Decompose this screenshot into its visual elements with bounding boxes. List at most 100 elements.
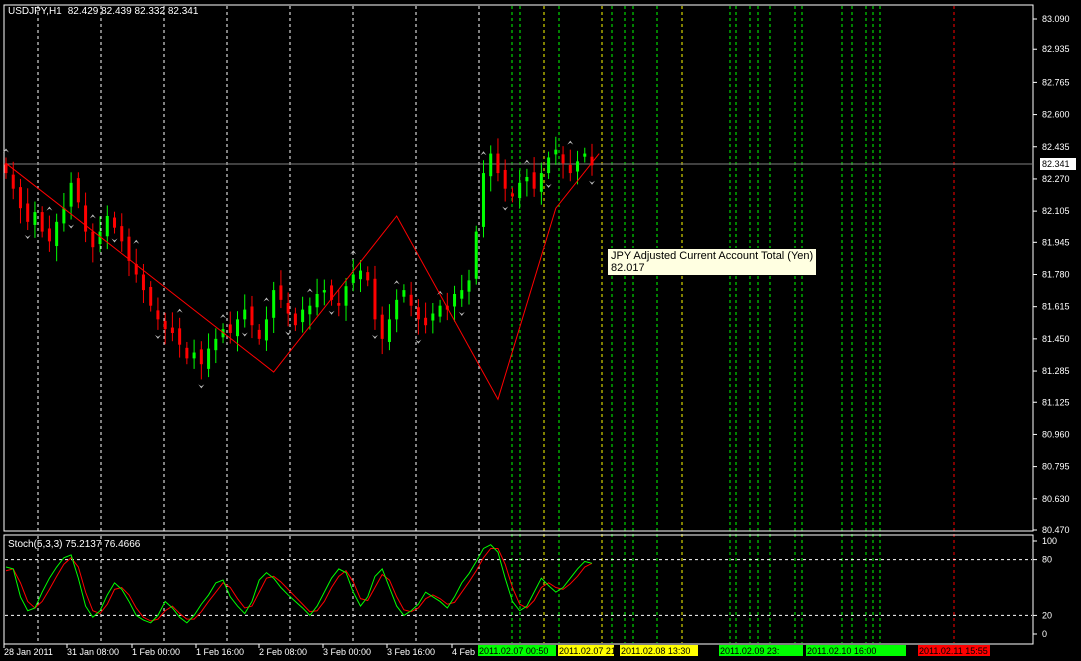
- stoch-label: 0: [1042, 629, 1047, 639]
- candle-body: [373, 278, 377, 320]
- time-label: 2 Feb 08:00: [259, 647, 307, 657]
- candle-body: [344, 286, 348, 306]
- candle-body: [149, 286, 153, 306]
- candle-body: [178, 328, 182, 345]
- candle-body: [76, 178, 80, 203]
- candle-body: [453, 294, 457, 307]
- candle-body: [489, 153, 493, 177]
- candle-body: [33, 212, 37, 225]
- time-label: 1 Feb 16:00: [196, 647, 244, 657]
- candle-body: [583, 153, 587, 157]
- event-label-text: 2011.02.07 00:50: [479, 646, 548, 656]
- price-label: 83.090: [1042, 14, 1070, 24]
- candle-body: [47, 228, 51, 242]
- price-label: 80.960: [1042, 429, 1070, 439]
- candle-body: [105, 215, 109, 237]
- candle-body: [525, 176, 529, 182]
- candle-body: [4, 163, 8, 174]
- candle-body: [510, 193, 514, 197]
- event-label-text: 2011.02.08 13:30: [621, 646, 690, 656]
- time-label: 31 Jan 08:00: [67, 647, 119, 657]
- candle-body: [554, 149, 558, 155]
- tooltip-value: 82.017: [611, 262, 645, 274]
- candle-body: [547, 157, 551, 174]
- candle-body: [185, 347, 189, 359]
- candle-body: [11, 174, 15, 189]
- candle-body: [279, 285, 283, 300]
- event-label-text: 2011.02.07 21:: [559, 646, 618, 656]
- candle-body: [192, 352, 196, 359]
- candle-body: [199, 349, 203, 365]
- price-label: 81.615: [1042, 302, 1070, 312]
- candle-body: [438, 305, 442, 317]
- candle-body: [26, 203, 30, 222]
- candle-body: [236, 319, 240, 337]
- time-label: 28 Jan 2011: [4, 647, 53, 657]
- candle-body: [264, 319, 268, 341]
- price-label: 80.470: [1042, 525, 1070, 535]
- candle-body: [308, 305, 312, 315]
- chart-background: [0, 0, 1081, 661]
- candle-body: [170, 327, 174, 334]
- time-label: 3 Feb 16:00: [387, 647, 435, 657]
- candle-body: [113, 217, 117, 228]
- price-label: 82.765: [1042, 77, 1070, 87]
- candle-body: [243, 309, 247, 320]
- stoch-label: 80: [1042, 555, 1052, 565]
- candle-body: [460, 290, 464, 299]
- candle-body: [467, 280, 471, 292]
- candle-body: [358, 270, 362, 280]
- candle-body: [366, 272, 370, 281]
- candle-body: [409, 294, 413, 306]
- candle-body: [228, 324, 232, 334]
- price-label: 82.435: [1042, 142, 1070, 152]
- candle-body: [69, 182, 73, 207]
- event-label-text: 2011.02.11 15:55: [919, 646, 988, 656]
- candle-body: [322, 290, 326, 293]
- candle-body: [561, 154, 565, 164]
- candle-body: [496, 153, 500, 174]
- candle-body: [272, 290, 276, 318]
- candle-body: [40, 212, 44, 232]
- price-label: 81.945: [1042, 237, 1070, 247]
- price-label: 80.630: [1042, 494, 1070, 504]
- price-label: 81.450: [1042, 334, 1070, 344]
- price-label: 81.285: [1042, 366, 1070, 376]
- event-tooltip: JPY Adjusted Current Account Total (Yen)…: [607, 248, 818, 276]
- candle-body: [474, 231, 478, 279]
- candle-body: [539, 173, 543, 192]
- candle-body: [91, 231, 95, 248]
- stoch-label: 20: [1042, 610, 1052, 620]
- candle-body: [257, 329, 261, 339]
- candle-body: [424, 317, 428, 326]
- candle-body: [387, 319, 391, 342]
- candle-body: [127, 236, 131, 261]
- candle-body: [62, 208, 66, 224]
- candle-body: [156, 310, 160, 320]
- candle-body: [207, 348, 211, 369]
- current-price-value: 82.341: [1042, 159, 1070, 169]
- candle-body: [120, 226, 124, 242]
- candle-body: [18, 187, 22, 209]
- candle-body: [532, 172, 536, 189]
- candle-body: [55, 221, 59, 247]
- candle-body: [293, 313, 297, 326]
- candle-body: [84, 205, 88, 232]
- candle-body: [163, 320, 167, 330]
- candle-body: [431, 313, 435, 321]
- price-label: 80.795: [1042, 462, 1070, 472]
- price-label: 82.105: [1042, 206, 1070, 216]
- price-label: 82.270: [1042, 174, 1070, 184]
- price-label: 82.600: [1042, 110, 1070, 120]
- candle-body: [286, 302, 290, 314]
- chart-area[interactable]: 83.090 82.935 82.765 82.600 82.435 82.270 82.1…: [0, 0, 1081, 661]
- candle-body: [503, 169, 507, 189]
- candle-body: [481, 173, 485, 227]
- candle-body: [518, 182, 522, 199]
- candle-body: [301, 309, 305, 323]
- time-label: 4 Feb: [452, 647, 475, 657]
- candle-body: [351, 274, 355, 284]
- candle-body: [380, 314, 384, 339]
- candle-body: [402, 290, 406, 297]
- candle-body: [568, 164, 572, 174]
